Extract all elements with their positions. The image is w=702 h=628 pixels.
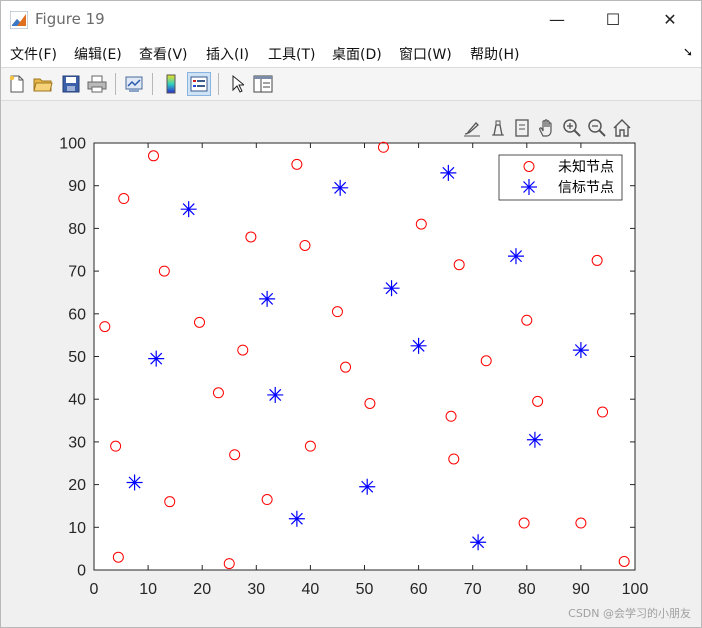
close-button[interactable]: ✕ [647,1,693,37]
x-tick-label: 70 [464,581,482,598]
beacon-node-point [572,342,589,359]
save-button[interactable] [59,72,83,96]
new-figure-icon [9,75,24,93]
maximize-icon: ☐ [605,9,621,29]
print-icon [87,75,107,93]
toolbar-separator [115,73,116,95]
menu-tools[interactable]: 工具(T) [268,44,315,64]
title-bar[interactable]: Figure 19 — ☐ ✕ [1,1,701,37]
menu-help[interactable]: 帮助(H) [470,44,519,64]
y-tick-label: 10 [68,520,86,537]
beacon-node-point [288,510,305,527]
dock-arrow-icon[interactable]: ➘ [683,45,693,59]
y-tick-label: 70 [68,264,86,281]
x-tick-label: 100 [622,581,649,598]
menu-view[interactable]: 查看(V) [139,44,188,64]
window-title: Figure 19 [35,10,105,28]
menu-insert[interactable]: 插入(I) [206,44,249,64]
x-tick-label: 40 [302,581,320,598]
toolbar-separator [152,73,153,95]
link-plot-button[interactable] [122,72,146,96]
x-tick-label: 0 [90,581,99,598]
new-figure-button[interactable] [5,72,29,96]
y-tick-label: 30 [68,434,86,451]
y-tick-label: 80 [68,221,86,238]
y-tick-label: 100 [59,136,86,153]
maximize-button[interactable]: ☐ [590,1,636,37]
watermark-text: CSDN @会学习的小朋友 [568,607,691,620]
y-tick-label: 0 [77,563,86,580]
menu-file[interactable]: 文件(F) [10,44,57,64]
insert-colorbar-icon [166,74,176,94]
property-inspector-button[interactable] [251,72,275,96]
property-inspector-icon [253,75,273,93]
x-tick-label: 90 [572,581,590,598]
insert-legend-button[interactable] [187,72,211,96]
beacon-node-point [470,534,487,551]
insert-legend-icon [190,76,208,92]
open-file-icon [33,78,53,92]
minimize-button[interactable]: — [534,1,580,37]
scatter-plot[interactable]: 0 10 20 30 40 50 60 70 80 90 100 0 10 20 30 40 50 60 70 80 9… [1,100,701,628]
plot-area [93,142,636,571]
x-tick-label: 30 [247,581,265,598]
legend[interactable]: 未知节点 信标节点 [498,154,623,201]
open-file-button[interactable] [31,72,55,96]
matlab-logo-icon [10,11,28,29]
y-tick-label: 20 [68,477,86,494]
y-tick-label: 90 [68,178,86,195]
save-icon [62,75,80,93]
x-tick-label: 10 [139,581,157,598]
figure-window: Figure 19 — ☐ ✕ 文件(F) 编辑(E) 查看(V) 插入(I) … [0,0,702,628]
x-tick-label: 50 [356,581,374,598]
edit-plot-arrow-icon [232,74,244,93]
y-tick-label: 40 [68,392,86,409]
link-plot-icon [125,76,143,92]
print-button[interactable] [85,72,109,96]
edit-plot-button[interactable] [225,72,249,96]
menu-desktop[interactable]: 桌面(D) [332,44,382,64]
insert-colorbar-button[interactable] [159,72,183,96]
x-tick-label: 60 [410,581,428,598]
x-tick-label: 80 [518,581,536,598]
menu-edit[interactable]: 编辑(E) [74,44,122,64]
menu-window[interactable]: 窗口(W) [399,44,452,64]
x-tick-label: 20 [193,581,211,598]
close-icon: ✕ [663,9,677,29]
figure-toolbar [1,68,701,101]
menu-bar: 文件(F) 编辑(E) 查看(V) 插入(I) 工具(T) 桌面(D) 窗口(W… [1,37,701,68]
beacon-node-point [507,248,524,265]
minimize-icon: — [549,9,565,29]
y-tick-label: 60 [68,306,86,323]
legend-label-unknown: 未知节点 [558,159,614,175]
toolbar-separator [218,73,219,95]
legend-label-beacon: 信标节点 [558,179,614,195]
y-tick-label: 50 [68,349,86,366]
